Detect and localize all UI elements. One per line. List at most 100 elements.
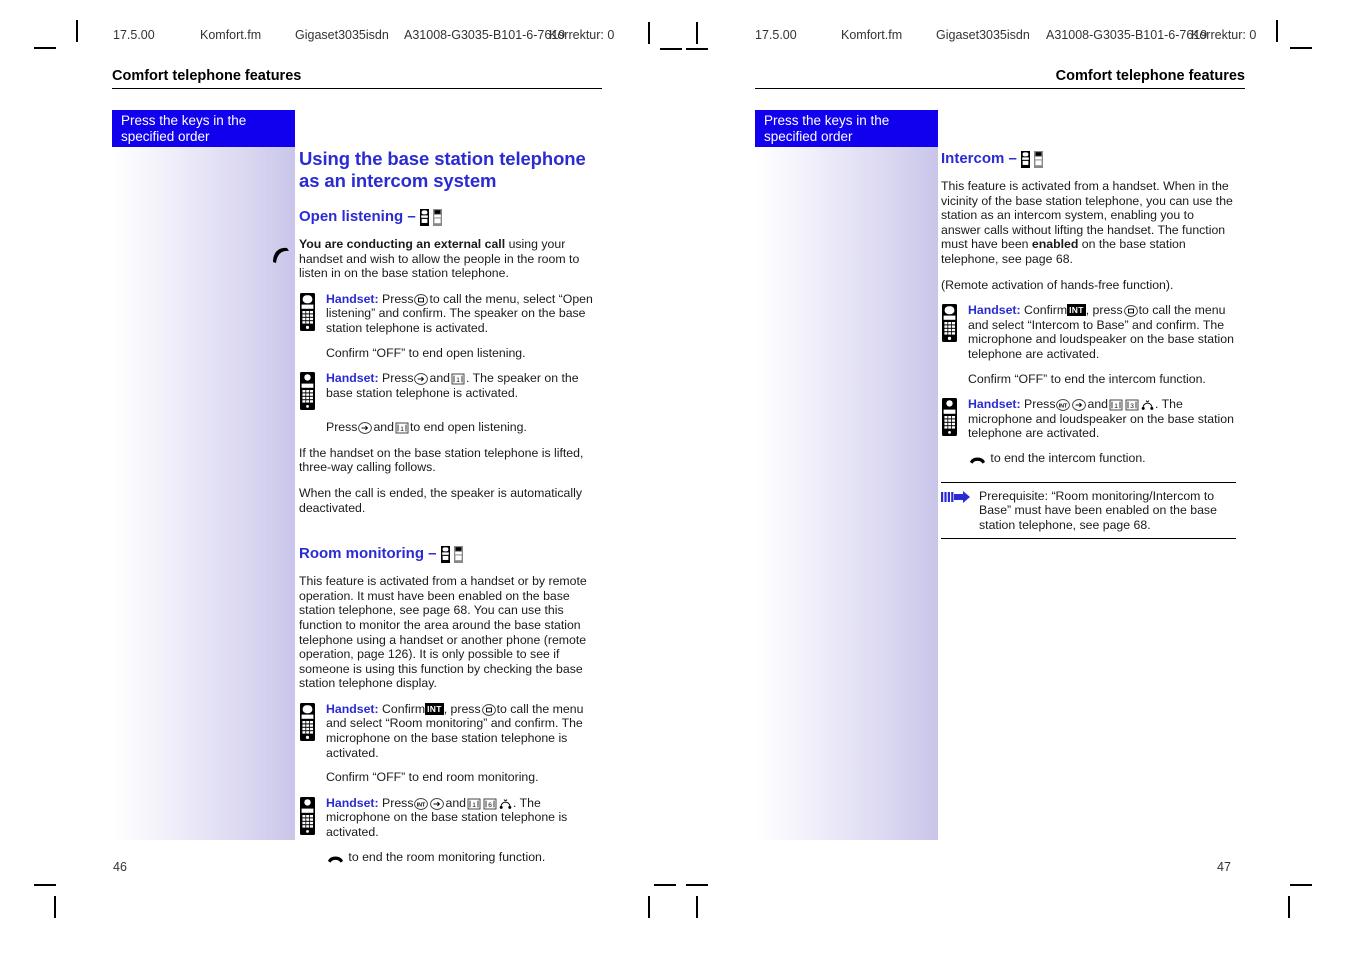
open-listening-intro: You are conducting an external call usin… <box>299 237 594 281</box>
crop-mark <box>34 47 56 49</box>
intro-bold: enabled <box>1031 237 1079 252</box>
room-monitoring-intro: This feature is activated from a handset… <box>299 574 587 691</box>
sidebar-banner: Press the keys in the specified order <box>112 110 295 147</box>
sidebar-banner-line1: Press the keys in the <box>121 113 247 128</box>
sidebar-gradient-right: Press the keys in the specified order <box>755 110 938 840</box>
accept-call-key-icon <box>358 422 373 435</box>
int-key-icon: INT <box>414 797 429 810</box>
svg-text:1: 1 <box>456 377 460 384</box>
step-text: Handset: Press to call the menu, select “… <box>326 292 594 336</box>
step-text: Handset: Press and 1. The speaker on the b… <box>326 371 594 410</box>
base-station-icon <box>432 208 442 226</box>
crop-mark <box>648 22 650 44</box>
step-text: Handset: Confirm INT, press to call the me… <box>326 702 594 760</box>
section-heading-label: Room monitoring – <box>299 545 437 563</box>
note-arrow-icon <box>941 489 971 533</box>
digit-key-icon: 1 <box>395 422 409 434</box>
crop-mark <box>1290 884 1312 886</box>
sidebar-gradient-left: Press the keys in the specified order <box>112 110 295 840</box>
printer-header-file: Komfort.fm <box>841 28 903 42</box>
step-text-b: , press <box>1085 303 1123 318</box>
step-open-listening-1: Handset: Press to call the menu, select “… <box>299 292 594 336</box>
intercom-end-note: to end the intercom function. <box>968 451 1236 466</box>
room-monitoring-off-note: Confirm “OFF” to end room monitoring. <box>326 770 539 785</box>
digit-key-icon: 1 <box>1109 399 1123 411</box>
intercom-intro: This feature is activated from a handset… <box>941 179 1236 267</box>
base-station-icon <box>453 545 463 563</box>
left-sheet: Comfort telephone features <box>112 68 602 89</box>
intercom-para2: (Remote activation of hands-free functio… <box>941 277 1174 292</box>
int-key-icon: INT <box>1056 399 1071 411</box>
step-intercom-1: Handset: Confirm INT, press to call the me… <box>941 303 1236 361</box>
step-text: Handset: Confirm INT, press to call the me… <box>968 303 1236 361</box>
crop-mark <box>660 48 682 50</box>
section-heading-intercom: Intercom – <box>941 150 1236 168</box>
right-sheet: Comfort telephone features <box>755 68 1245 89</box>
digit-key-icon: 3 <box>1125 399 1139 411</box>
printer-header-product: Gigaset3035isdn <box>295 28 389 42</box>
open-listening-end-note: Press and 1 to end open listening. <box>326 420 594 435</box>
step-text-b: and <box>1087 397 1109 412</box>
printer-header-correction: Korrektur: 0 <box>549 28 615 42</box>
step-text-b: , press <box>443 701 481 716</box>
printer-header-correction: Korrektur: 0 <box>1191 28 1257 42</box>
section-heading-open-listening: Open listening – <box>299 208 594 226</box>
room-monitoring-end-note: to end the room monitoring function. <box>326 850 594 865</box>
menu-key-icon <box>1123 305 1138 318</box>
sidebar-banner: Press the keys in the specified order <box>755 110 938 147</box>
svg-text:6: 6 <box>488 802 492 809</box>
crop-mark <box>1276 20 1278 42</box>
crop-mark <box>1288 896 1290 918</box>
step-text-a: Press <box>1024 397 1056 412</box>
printer-header-date: 17.5.00 <box>755 28 797 42</box>
right-text-column: Intercom – This feature is activated fro… <box>941 150 1236 540</box>
step-text-a: Press <box>382 795 414 810</box>
crop-mark <box>34 884 56 886</box>
svg-text:1: 1 <box>1114 403 1118 410</box>
document-page: 17.5.00 Komfort.fm Gigaset3035isdn A3100… <box>0 0 1350 954</box>
handset-label: Handset: <box>326 371 379 386</box>
step-text-a: Press <box>382 291 414 306</box>
step-text-a: Confirm <box>382 701 426 716</box>
handset-icon <box>299 371 317 411</box>
printer-header-date: 17.5.00 <box>113 28 155 42</box>
svg-text:INT: INT <box>417 802 426 808</box>
hangup-icon <box>270 245 292 265</box>
crop-mark <box>54 896 56 918</box>
accept-call-key-icon <box>414 373 429 386</box>
section-heading-room-monitoring: Room monitoring – <box>299 545 594 563</box>
step-text: Handset: Press INT and 1 6. The microphone o… <box>326 796 594 840</box>
handset-label: Handset: <box>968 303 1021 318</box>
base-station-icon <box>1033 150 1043 168</box>
handset-icon <box>299 796 317 840</box>
crop-mark <box>654 884 676 886</box>
handset-icon <box>299 702 317 760</box>
printer-header-docnum: A31008-G3035-B101-6-7619 <box>1046 28 1208 42</box>
section-heading-label: Open listening – <box>299 208 416 225</box>
digit-key-icon: 6 <box>483 798 497 810</box>
svg-text:1: 1 <box>472 802 476 809</box>
step-text-b: and <box>429 371 451 386</box>
left-text-column: Using the base station telephone as an i… <box>299 148 594 875</box>
intercom-off-note: Confirm “OFF” to end the intercom functi… <box>968 371 1206 386</box>
handset-icon <box>440 545 450 563</box>
menu-key-icon <box>481 704 496 716</box>
crop-mark <box>648 896 650 918</box>
handset-label: Handset: <box>326 795 379 810</box>
menu-key-icon <box>414 293 429 306</box>
intro-bold: You are conducting an external call <box>299 237 506 251</box>
handset-label: Handset: <box>968 397 1021 412</box>
step-text-b: and <box>445 795 467 810</box>
sidebar-banner-line2: specified order <box>764 129 853 144</box>
handsfree-key-icon <box>499 798 512 810</box>
handset-icon <box>1020 150 1030 168</box>
crop-mark <box>696 22 698 44</box>
crop-mark <box>1290 47 1312 49</box>
page-number-right: 47 <box>1217 860 1231 874</box>
note-c: to end open listening. <box>409 420 527 435</box>
handset-icon <box>299 292 317 336</box>
open-listening-off-note: Confirm “OFF” to end open listening. <box>326 345 526 360</box>
prerequisite-note: Prerequisite: “Room monitoring/Intercom … <box>941 481 1236 540</box>
step-room-monitoring-2: Handset: Press INT and 1 6. The microphone o… <box>299 796 594 840</box>
end-note-text: to end the room monitoring function. <box>348 849 546 864</box>
